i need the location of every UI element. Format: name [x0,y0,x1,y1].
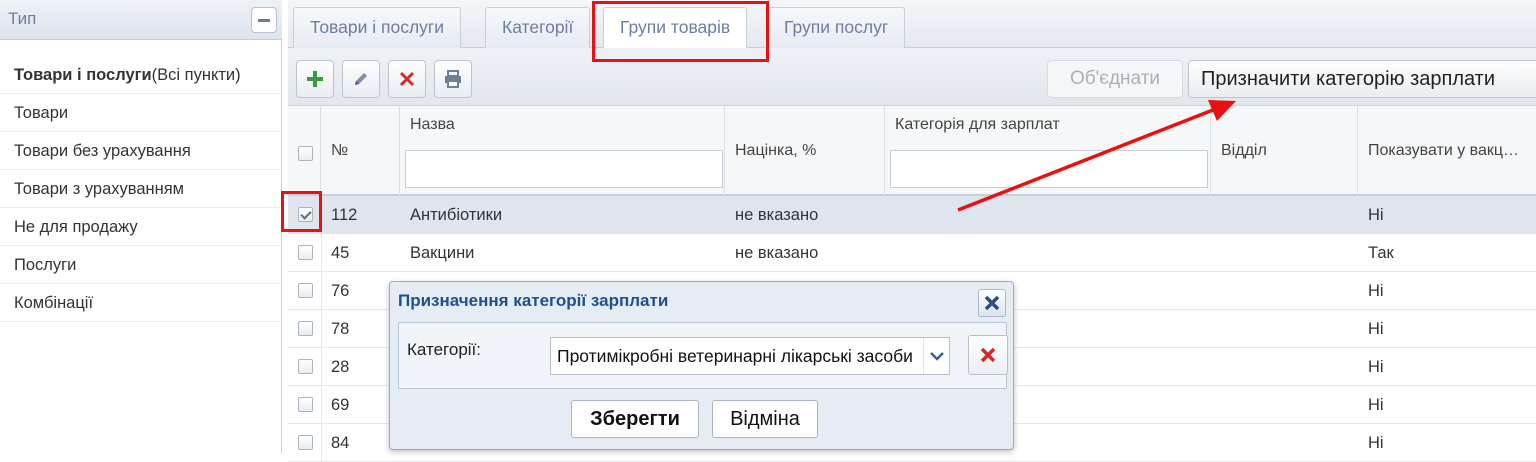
plus-icon [307,71,323,87]
row-num: 84 [331,434,350,452]
header-salary-category: Категорія для зарплат [895,116,1060,133]
printer-icon [445,70,461,88]
dialog-body: Категорії: Протимікробні ветеринарні лік… [398,322,1008,389]
tab-service-groups[interactable]: Групи послуг [767,7,906,48]
x-icon [980,347,996,363]
grid-header: № Назва Націнка, % Категорія для зарплат… [288,106,1536,196]
clear-category-button[interactable] [968,335,1008,375]
sidebar-title: Тип [8,9,37,28]
print-button[interactable] [434,60,472,98]
type-sidebar: Тип Товари і послуги(Всі пункти) Товари … [0,0,282,453]
salary-category-filter-input[interactable] [890,150,1208,188]
sidebar-item-goods-untracked[interactable]: Товари без урахування [0,132,282,170]
sidebar-item-label: Не для продажу [14,218,138,236]
tab-goods-and-services[interactable]: Товари і послуги [293,7,462,48]
row-checkbox[interactable] [298,321,313,336]
row-checkbox[interactable] [298,435,313,450]
sidebar-item-not-for-sale[interactable]: Не для продажу [0,208,282,246]
row-show: Ні [1368,358,1384,376]
sidebar-item-label: Послуги [14,256,77,274]
header-name-col[interactable]: Назва [400,106,725,196]
tab-goods-groups[interactable]: Групи товарів [603,7,748,50]
sidebar-item-label: Комбінації [14,294,94,312]
header-markup-col[interactable]: Націнка, % [725,106,885,196]
row-num: 45 [331,244,350,262]
chevron-down-icon[interactable] [923,338,949,374]
edit-button[interactable] [342,60,380,98]
row-show: Ні [1368,282,1384,300]
cancel-button[interactable]: Відміна [712,400,818,438]
category-select[interactable]: Протимікробні ветеринарні лікарські засо… [550,337,950,375]
row-num: 28 [331,358,350,376]
row-num: 69 [331,396,350,414]
header-num-col[interactable]: № [321,106,400,196]
sidebar-item-goods-tracked[interactable]: Товари з урахуванням [0,170,282,208]
row-show: Так [1368,244,1394,262]
select-all-checkbox[interactable] [298,146,313,161]
row-show: Ні [1368,434,1384,452]
name-filter-input[interactable] [405,150,723,188]
sidebar-item-label: Товари [14,104,69,122]
collapse-icon[interactable] [251,7,277,33]
header-salary-category-col[interactable]: Категорія для зарплат [885,106,1211,196]
table-row[interactable]: 45 Вакцини не вказано Так [288,234,1536,272]
add-button[interactable] [296,60,334,98]
row-checkbox[interactable] [298,397,313,412]
header-select-col [288,106,321,196]
row-name: Антибіотики [410,206,503,224]
save-button[interactable]: Зберегти [571,400,699,438]
row-name: Вакцини [410,244,475,262]
row-checkbox[interactable] [298,283,313,298]
tab-bar: Товари і послуги Категорії Групи товарів… [288,0,1536,50]
header-show-in-vaccination: Показувати у вакц… [1368,142,1520,159]
assign-salary-category-dialog: Призначення категорії зарплати Категорії… [389,281,1014,450]
sidebar-list: Товари і послуги(Всі пункти) Товари Това… [0,56,282,322]
category-select-value: Протимікробні ветеринарні лікарські засо… [557,346,913,366]
sidebar-item-goods[interactable]: Товари [0,94,282,132]
header-department-col[interactable]: Відділ [1211,106,1358,196]
toolbar: Об'єднати Призначити категорію зарплати [288,48,1536,106]
pencil-icon [355,73,367,85]
sidebar-item-label-bold: Товари і послуги [14,66,152,84]
header-department: Відділ [1221,142,1267,159]
merge-button[interactable]: Об'єднати [1047,60,1183,98]
header-name: Назва [410,116,455,133]
row-num: 76 [331,282,350,300]
dialog-close-button[interactable] [978,289,1006,317]
row-show: Ні [1368,320,1384,338]
x-icon [399,71,415,87]
dialog-title: Призначення категорії зарплати [398,291,669,310]
row-checkbox[interactable] [298,359,313,374]
table-row[interactable]: 112 Антибіотики не вказано Ні [288,196,1536,234]
close-icon [984,295,1000,311]
row-show: Ні [1368,396,1384,414]
sidebar-item-label: (Всі пункти) [151,66,241,84]
row-show: Ні [1368,206,1384,224]
row-num: 78 [331,320,350,338]
row-checkbox[interactable] [298,207,313,222]
sidebar-item-label: Товари без урахування [14,142,191,160]
sidebar-item-combinations[interactable]: Комбінації [0,284,282,322]
header-markup: Націнка, % [735,142,817,159]
tab-categories[interactable]: Категорії [485,7,591,48]
sidebar-item-all[interactable]: Товари і послуги(Всі пункти) [0,56,282,94]
row-num: 112 [331,206,358,224]
sidebar-item-services[interactable]: Послуги [0,246,282,284]
row-markup: не вказано [735,206,819,224]
categories-label: Категорії: [407,340,481,359]
row-checkbox[interactable] [298,245,313,260]
header-num: № [331,142,349,159]
header-show-col[interactable]: Показувати у вакц… [1358,106,1536,196]
row-markup: не вказано [735,244,819,262]
delete-button[interactable] [388,60,426,98]
sidebar-header: Тип [0,0,282,40]
sidebar-item-label: Товари з урахуванням [14,180,185,198]
assign-salary-category-button[interactable]: Призначити категорію зарплати [1188,60,1536,98]
